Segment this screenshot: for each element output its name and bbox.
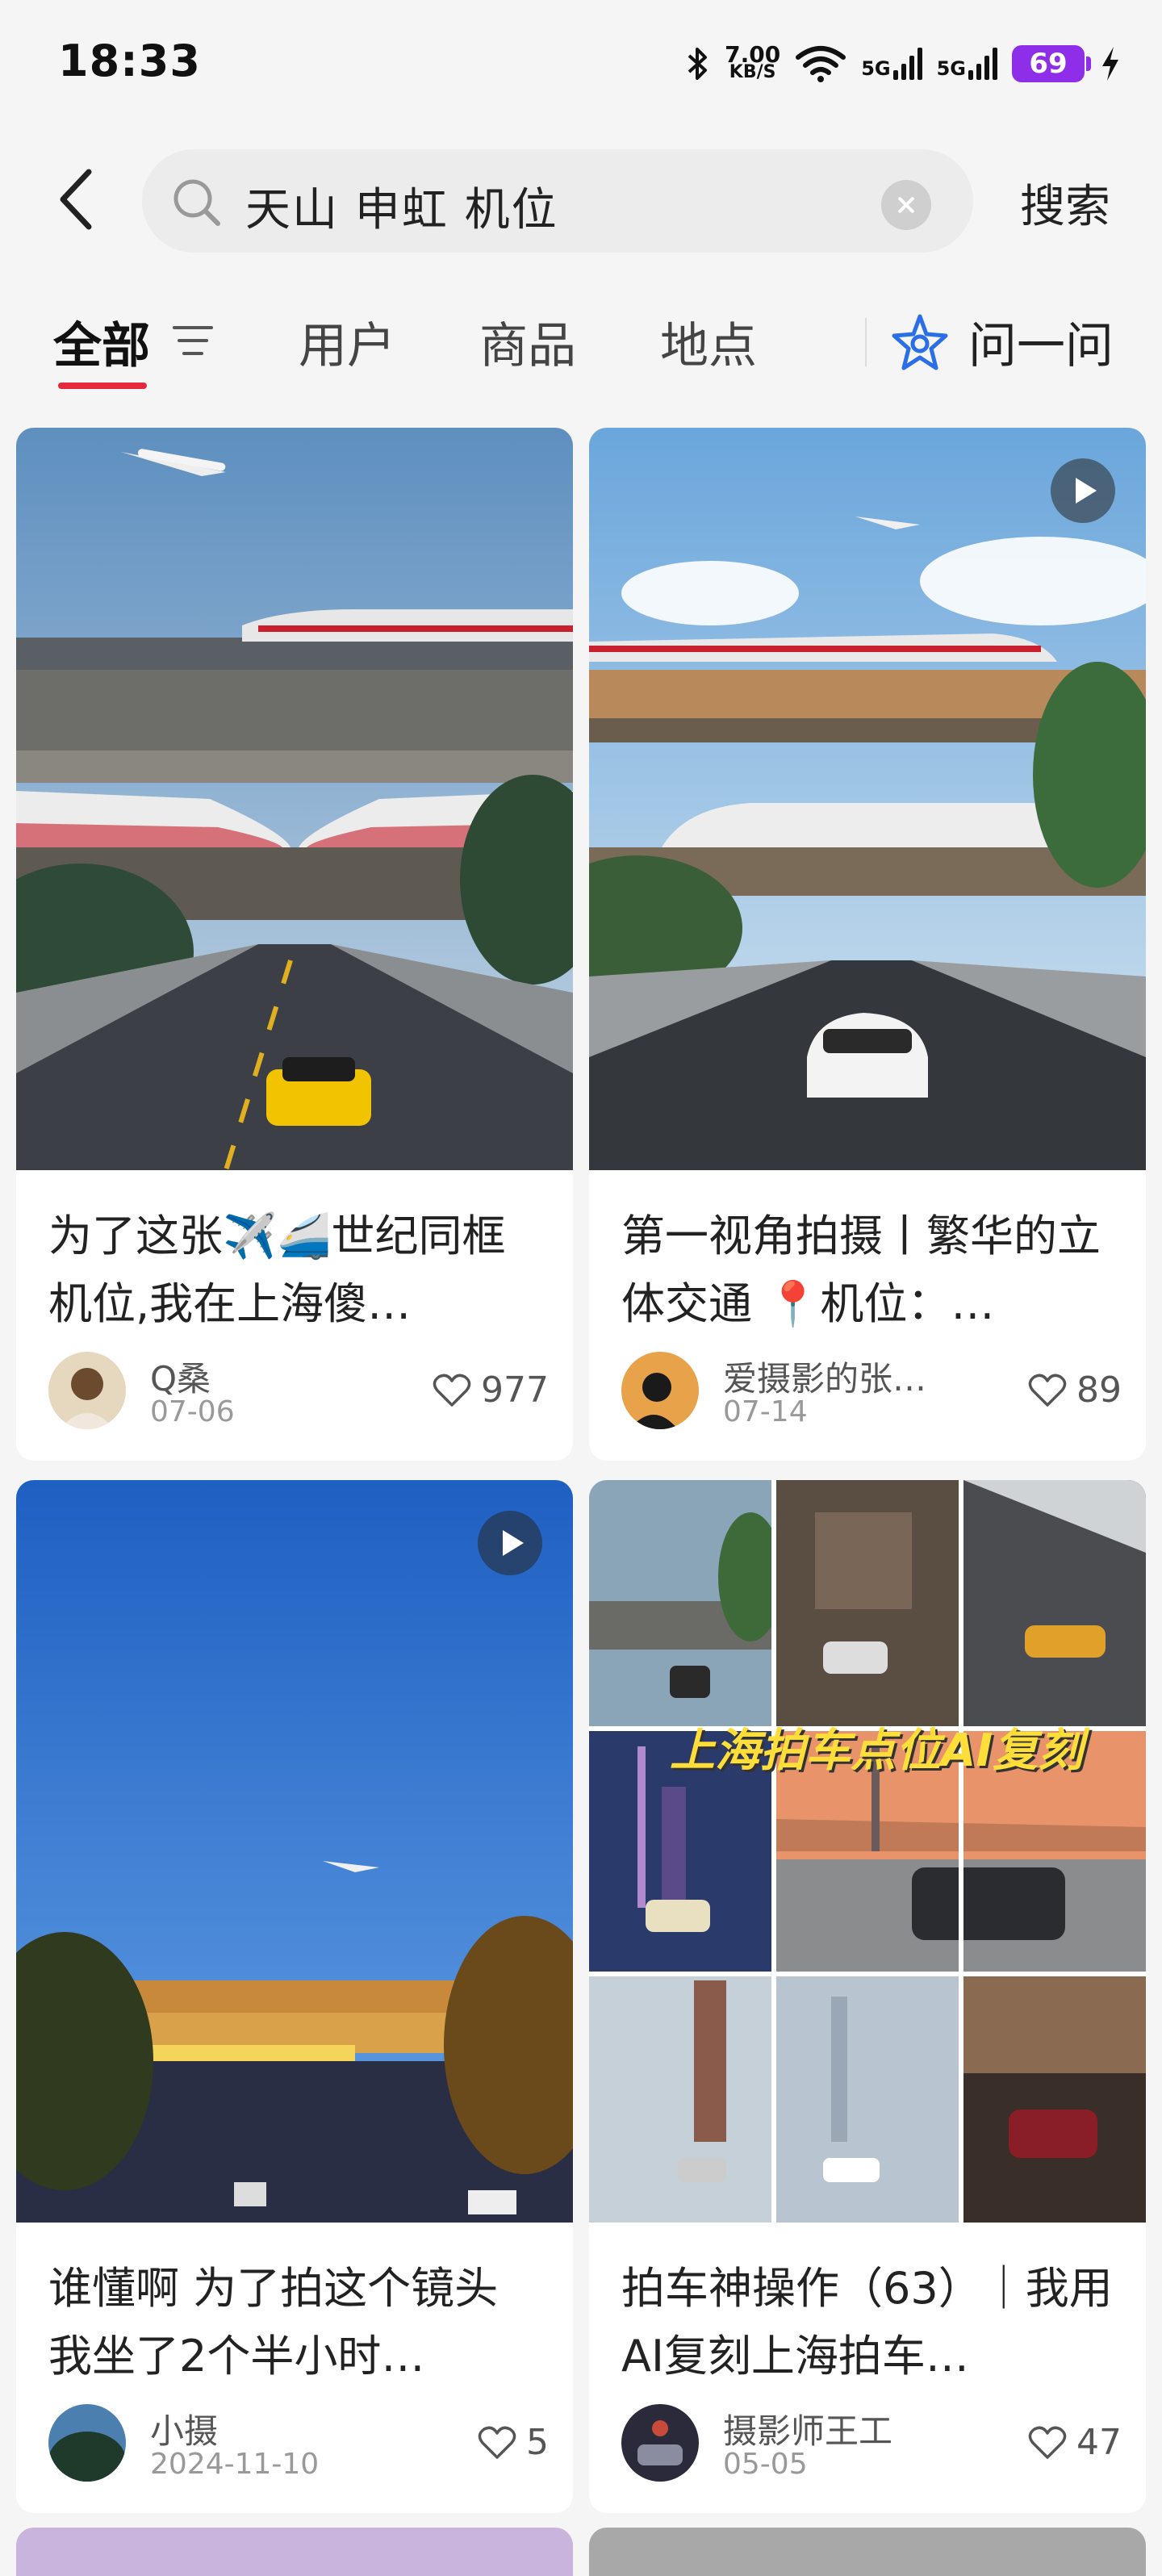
card-author[interactable]: 小摄 2024-11-10 5	[48, 2404, 549, 2493]
note-card[interactable]: 为了这张✈️🚄世纪同框机位,我在上海傻… Q桑 07-06 977	[16, 428, 573, 1461]
wifi-icon	[796, 46, 846, 82]
card-author[interactable]: 爱摄影的张… 07-14 89	[621, 1352, 1122, 1441]
heart-icon	[433, 1374, 471, 1407]
next-card-peek[interactable]	[589, 2528, 1146, 2576]
play-icon[interactable]	[1051, 458, 1115, 523]
search-icon	[173, 179, 220, 226]
like-button[interactable]: 47	[1028, 2422, 1122, 2463]
avatar[interactable]	[621, 2404, 699, 2482]
avatar[interactable]	[48, 1352, 126, 1429]
ask-ai-icon[interactable]	[891, 313, 949, 371]
card-image[interactable]	[589, 1480, 1146, 2223]
card-image[interactable]	[16, 428, 573, 1170]
note-card[interactable]: 谁懂啊 为了拍这个镜头 我坐了2个半小时… 小摄 2024-11-10 5	[16, 1480, 573, 2513]
card-author[interactable]: Q桑 07-06 977	[48, 1352, 549, 1441]
charging-icon	[1102, 47, 1118, 81]
ask-label[interactable]: 问一问	[968, 307, 1114, 377]
bluetooth-icon	[688, 48, 708, 80]
image-caption: 上海拍车点位AI复刻	[670, 1725, 1084, 1777]
net-speed-unit: KB/S	[729, 62, 776, 82]
tab-products[interactable]: 商品	[479, 307, 576, 377]
post-date: 2024-11-10	[150, 2448, 320, 2481]
like-count: 977	[481, 1370, 549, 1411]
post-date: 07-14	[723, 1395, 808, 1428]
like-button[interactable]: 5	[478, 2422, 549, 2463]
card-title[interactable]: 拍车神操作（63）｜我用AI复刻上海拍车…	[621, 2255, 1114, 2390]
search-button[interactable]: 搜索	[1020, 170, 1110, 236]
avatar[interactable]	[621, 1352, 699, 1429]
back-icon[interactable]	[53, 167, 102, 232]
play-icon[interactable]	[478, 1511, 542, 1575]
like-button[interactable]: 89	[1028, 1370, 1122, 1411]
like-count: 5	[526, 2422, 549, 2463]
search-input[interactable]: 天山 申虹 机位	[142, 149, 973, 253]
note-card[interactable]: 上海拍车点位AI复刻 拍车神操作（63）｜我用AI复刻上海拍车… 摄影师王工 0…	[589, 1480, 1146, 2513]
heart-icon	[478, 2426, 516, 2459]
signal-label-2: 5G	[936, 57, 966, 80]
card-image[interactable]	[589, 428, 1146, 1170]
search-query[interactable]: 天山 申虹 机位	[245, 174, 558, 239]
signal-label: 5G	[861, 57, 891, 80]
net-speed: 7.00 KB/S	[725, 41, 781, 82]
like-button[interactable]: 977	[433, 1370, 549, 1411]
post-date: 07-06	[150, 1395, 235, 1428]
author-name[interactable]: 小摄	[150, 2404, 218, 2453]
active-tab-indicator	[58, 383, 147, 389]
tab-users[interactable]: 用户	[299, 307, 395, 377]
card-title[interactable]: 第一视角拍摄丨繁华的立体交通 📍机位：…	[621, 1202, 1114, 1338]
tab-places[interactable]: 地点	[660, 307, 757, 377]
heart-icon	[1028, 1374, 1067, 1407]
card-title[interactable]: 为了这张✈️🚄世纪同框机位,我在上海傻…	[48, 1202, 541, 1338]
signal-icon-2: 5G	[937, 48, 997, 80]
clear-search-button[interactable]	[881, 180, 931, 230]
search-header: 天山 申虹 机位 搜索	[0, 141, 1162, 254]
post-date: 05-05	[723, 2448, 808, 2481]
like-count: 89	[1076, 1370, 1122, 1411]
status-bar: 18:33 7.00 KB/S 5G 5G 69	[0, 0, 1162, 129]
signal-icon: 5G	[861, 48, 922, 80]
tab-divider	[865, 318, 867, 366]
note-card[interactable]: 第一视角拍摄丨繁华的立体交通 📍机位：… 爱摄影的张… 07-14 89	[589, 428, 1146, 1461]
status-time: 18:33	[58, 36, 201, 86]
heart-icon	[1028, 2426, 1067, 2459]
card-title[interactable]: 谁懂啊 为了拍这个镜头 我坐了2个半小时…	[48, 2255, 541, 2390]
status-icons: 7.00 KB/S 5G 5G 69	[686, 39, 1122, 89]
filter-icon[interactable]	[173, 323, 215, 358]
battery-icon: 69	[1012, 45, 1091, 82]
like-count: 47	[1076, 2422, 1122, 2463]
next-card-peek[interactable]	[16, 2528, 573, 2576]
card-image[interactable]	[16, 1480, 573, 2223]
tab-all[interactable]: 全部	[53, 307, 150, 377]
author-name[interactable]: Q桑	[150, 1352, 211, 1401]
card-author[interactable]: 摄影师王工 05-05 47	[621, 2404, 1122, 2493]
result-tabs: 全部 用户 商品 地点 问一问	[0, 291, 1162, 395]
avatar[interactable]	[48, 2404, 126, 2482]
net-speed-value: 7.00	[725, 41, 781, 68]
author-name[interactable]: 爱摄影的张…	[723, 1352, 926, 1401]
author-name[interactable]: 摄影师王工	[723, 2404, 892, 2453]
